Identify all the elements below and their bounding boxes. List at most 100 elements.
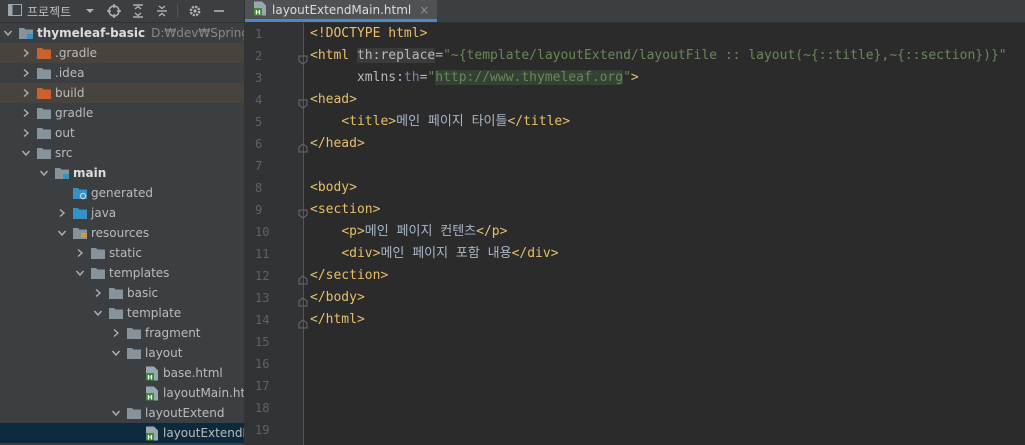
chevron-right-icon[interactable] — [72, 245, 88, 261]
chevron-right-icon[interactable] — [90, 285, 106, 301]
html-file-icon: H — [144, 425, 160, 441]
minimize-icon[interactable] — [208, 1, 230, 21]
project-view-title[interactable]: 프로젝트 — [27, 3, 71, 20]
code-line-7[interactable] — [304, 155, 1025, 177]
gear-icon[interactable] — [184, 1, 206, 21]
fold-marker-icon[interactable] — [298, 95, 308, 109]
excluded-folder-icon — [36, 45, 52, 61]
tree-item-layoutextendmain-html[interactable]: H layoutExtendM — [0, 423, 244, 443]
section-close-tag: </section> — [310, 268, 389, 283]
code-line-6[interactable]: </head> — [298, 133, 1025, 155]
tree-item-label: base.html — [163, 366, 223, 380]
chevron-right-icon[interactable] — [18, 45, 34, 61]
code-line-12[interactable]: </section> — [298, 265, 1025, 287]
fold-marker-icon[interactable] — [298, 293, 308, 307]
code-line-3[interactable]: xmlns:th="http://www.thymeleaf.org"> — [304, 67, 1025, 89]
code-line-10[interactable]: <p>메인 페이지 컨텐츠</p> — [304, 221, 1025, 243]
tree-item-basic[interactable]: basic — [0, 283, 244, 303]
tree-item-main[interactable]: main — [0, 163, 244, 183]
chevron-right-icon[interactable] — [18, 125, 34, 141]
code-line-8[interactable]: <body> — [304, 177, 1025, 199]
chevron-down-icon[interactable] — [54, 225, 70, 241]
tree-item-resources[interactable]: resources — [0, 223, 244, 243]
p-text: 메인 페이지 컨텐츠 — [364, 224, 477, 239]
tree-item-build[interactable]: build — [0, 83, 244, 103]
fold-marker-icon[interactable] — [298, 271, 308, 285]
fold-marker-icon[interactable] — [298, 51, 308, 65]
project-view-icon[interactable] — [8, 3, 22, 19]
chevron-down-icon[interactable] — [90, 305, 106, 321]
chevron-down-icon[interactable] — [72, 265, 88, 281]
tree-item-static[interactable]: static — [0, 243, 244, 263]
code-line-11[interactable]: <div>메인 페이지 포함 내용</div> — [304, 243, 1025, 265]
editor-tab-bar: H layoutExtendMain.html × — [245, 0, 1025, 23]
html-file-icon: H — [253, 1, 267, 19]
tree-item-gradle[interactable]: gradle — [0, 103, 244, 123]
chevron-right-icon[interactable] — [18, 105, 34, 121]
tree-item-template[interactable]: template — [0, 303, 244, 323]
collapse-all-icon[interactable] — [151, 1, 173, 21]
code-line-1[interactable]: <!DOCTYPE html> — [304, 23, 1025, 45]
tree-item-idea[interactable]: .idea — [0, 63, 244, 83]
code-line-14[interactable]: </html> — [298, 309, 1025, 331]
line-number: 2 — [255, 49, 263, 63]
fold-marker-icon[interactable] — [298, 205, 308, 219]
excluded-folder-icon — [36, 85, 52, 101]
tree-item-generated[interactable]: generated — [0, 183, 244, 203]
head-open-tag: <head> — [310, 92, 357, 107]
module-folder-icon — [18, 25, 34, 41]
code-line-13[interactable]: </body> — [298, 287, 1025, 309]
code-line-2[interactable]: <html th:replace="~{template/layoutExten… — [298, 45, 1025, 67]
fold-marker-icon[interactable] — [298, 315, 308, 329]
chevron-down-icon[interactable] — [108, 405, 124, 421]
fold-marker-icon[interactable] — [298, 139, 308, 153]
folder-icon — [126, 345, 142, 361]
chevron-down-icon[interactable] — [79, 1, 101, 21]
svg-text:H: H — [147, 393, 152, 401]
tree-item-label: layoutExtend — [145, 406, 225, 420]
tree-item-templates[interactable]: templates — [0, 263, 244, 283]
line-number-gutter: 1 2 3 4 5 6 7 8 9 10 11 12 13 14 15 16 1… — [245, 23, 304, 445]
code-line-9[interactable]: <section> — [298, 199, 1025, 221]
tab-layoutextendmain-html[interactable]: H layoutExtendMain.html × — [245, 0, 438, 22]
chevron-down-icon[interactable] — [0, 25, 16, 41]
tree-item-src[interactable]: src — [0, 143, 244, 163]
code-line-5[interactable]: <title>메인 페이지 타이틀</title> — [304, 111, 1025, 133]
th-replace-attr: th:replace — [356, 48, 436, 63]
tree-item-layoutmain-html[interactable]: H layoutMain.htm — [0, 383, 244, 403]
chevron-right-icon[interactable] — [18, 85, 34, 101]
code-line-4[interactable]: <head> — [298, 89, 1025, 111]
svg-text:H: H — [147, 373, 152, 381]
chevron-right-icon[interactable] — [108, 325, 124, 341]
folder-icon — [126, 325, 142, 341]
tree-item-layoutextend[interactable]: layoutExtend — [0, 403, 244, 423]
expand-all-icon[interactable] — [127, 1, 149, 21]
locate-icon[interactable] — [103, 1, 125, 21]
div-close-tag: </div> — [511, 246, 559, 261]
tree-item-thymeleaf-basic[interactable]: thymeleaf-basic D:₩dev₩Spring₩4₩ — [0, 23, 244, 43]
chevron-down-icon[interactable] — [18, 145, 34, 161]
chevron-right-icon[interactable] — [54, 205, 70, 221]
tree-item-base-html[interactable]: H base.html — [0, 363, 244, 383]
head-close-tag: </head> — [310, 136, 365, 151]
code-editor[interactable]: <!DOCTYPE html> <html th:replace="~{temp… — [298, 23, 1025, 445]
resources-folder-icon — [72, 225, 88, 241]
tree-item-out[interactable]: out — [0, 123, 244, 143]
tree-item-java[interactable]: java — [0, 203, 244, 223]
chevron-down-icon[interactable] — [108, 345, 124, 361]
tree-item-layout[interactable]: layout — [0, 343, 244, 363]
module-path: D:₩dev₩Spring₩4₩ — [151, 26, 244, 40]
title-text: 메인 페이지 타이틀 — [396, 114, 508, 129]
close-icon[interactable]: × — [419, 3, 429, 17]
source-root-icon — [72, 205, 88, 221]
folder-icon — [108, 285, 124, 301]
chevron-right-icon[interactable] — [18, 65, 34, 81]
toolbar-divider — [177, 4, 179, 18]
chevron-down-icon[interactable] — [36, 165, 52, 181]
tree-item-gradle-cache[interactable]: .gradle — [0, 43, 244, 63]
tree-item-fragment[interactable]: fragment — [0, 323, 244, 343]
editor-area: H layoutExtendMain.html × 1 2 3 4 5 6 7 … — [245, 0, 1025, 445]
source-folder-icon — [54, 165, 70, 181]
